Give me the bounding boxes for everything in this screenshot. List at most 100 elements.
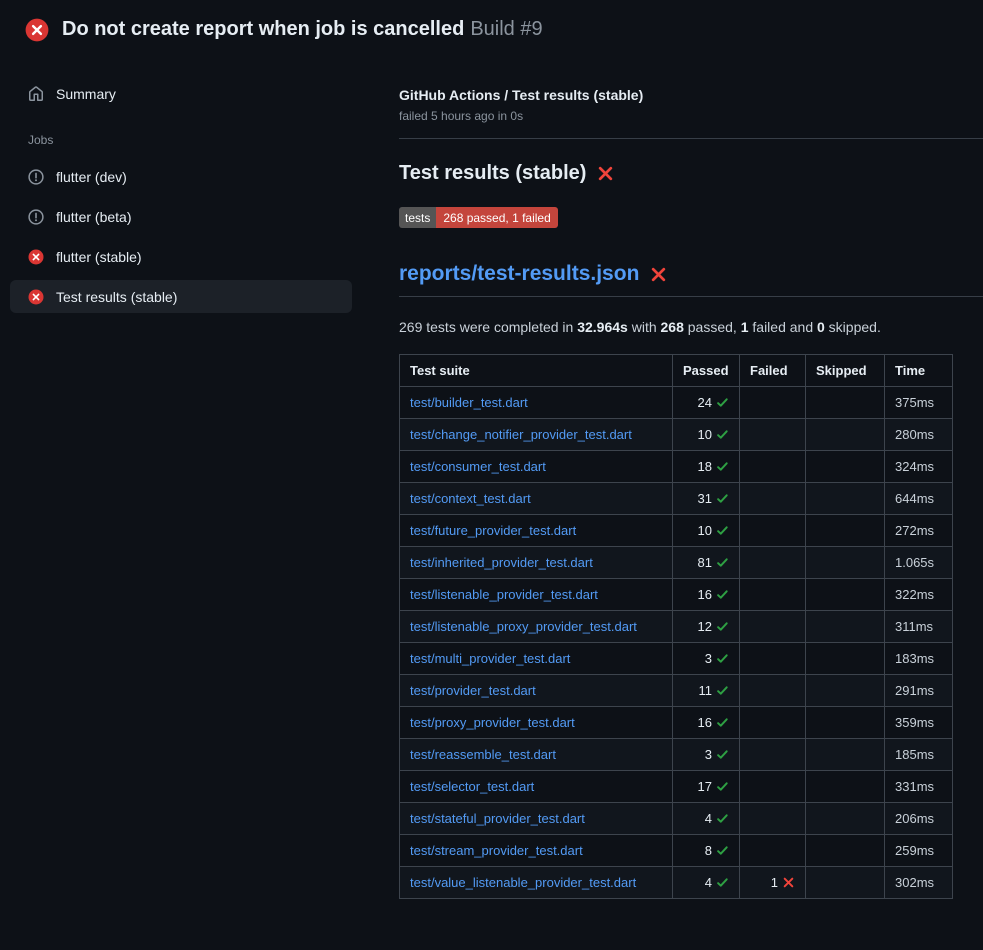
- time-cell: 185ms: [885, 739, 953, 771]
- test-suite-link[interactable]: test/value_listenable_provider_test.dart: [410, 875, 636, 890]
- passed-cell: 12: [673, 611, 740, 643]
- test-suite-link[interactable]: test/listenable_proxy_provider_test.dart: [410, 619, 637, 634]
- count: 8: [705, 843, 712, 858]
- failed-cell: [740, 707, 806, 739]
- table-row: test/stream_provider_test.dart 8 259ms: [400, 835, 953, 867]
- test-suite-link[interactable]: test/consumer_test.dart: [410, 459, 546, 474]
- build-number: Build #9: [470, 18, 542, 40]
- report-file-link[interactable]: reports/test-results.json: [399, 262, 639, 286]
- time-cell: 322ms: [885, 579, 953, 611]
- time-cell: 291ms: [885, 675, 953, 707]
- test-suite-link[interactable]: test/context_test.dart: [410, 491, 531, 506]
- time-cell: 1.065s: [885, 547, 953, 579]
- test-suite-link[interactable]: test/listenable_provider_test.dart: [410, 587, 598, 602]
- test-suite-link[interactable]: test/stateful_provider_test.dart: [410, 811, 585, 826]
- count: 4: [705, 811, 712, 826]
- sidebar-job-flutter-beta[interactable]: flutter (beta): [10, 200, 352, 233]
- time-cell: 259ms: [885, 835, 953, 867]
- test-suite-link[interactable]: test/reassemble_test.dart: [410, 747, 556, 762]
- skipped-cell: [806, 803, 885, 835]
- test-suite-link[interactable]: test/inherited_provider_test.dart: [410, 555, 593, 570]
- column-header: Skipped: [806, 355, 885, 387]
- home-icon: [28, 86, 44, 102]
- test-suite-link[interactable]: test/proxy_provider_test.dart: [410, 715, 575, 730]
- check-icon: [716, 492, 729, 505]
- passed-cell: 81: [673, 547, 740, 579]
- failed-cell: [740, 803, 806, 835]
- summary-skipped-count: 0: [817, 319, 825, 335]
- sidebar-item-summary[interactable]: Summary: [10, 77, 352, 110]
- failed-circle-icon: [25, 18, 49, 42]
- results-table: Test suitePassedFailedSkippedTime test/b…: [399, 354, 953, 899]
- check-icon: [716, 844, 729, 857]
- check-icon: [716, 748, 729, 761]
- time-cell: 644ms: [885, 483, 953, 515]
- check-icon: [716, 620, 729, 633]
- table-row: test/listenable_provider_test.dart16322m…: [400, 579, 953, 611]
- skipped-cell: [806, 579, 885, 611]
- build-title-row: Do not create report when job is cancell…: [62, 17, 543, 42]
- sidebar-job-test-results-stable[interactable]: Test results (stable): [10, 280, 352, 313]
- check-icon: [716, 812, 729, 825]
- skipped-cell: [806, 867, 885, 899]
- x-circle-icon: [28, 249, 44, 265]
- passed-cell: 31: [673, 483, 740, 515]
- time-cell: 206ms: [885, 803, 953, 835]
- table-row: test/inherited_provider_test.dart 81 1.065…: [400, 547, 953, 579]
- report-heading: reports/test-results.json: [399, 262, 983, 297]
- count: 1: [771, 875, 778, 890]
- failed-cell: [740, 419, 806, 451]
- passed-cell: 24: [673, 387, 740, 419]
- sidebar-job-flutter-stable[interactable]: flutter (stable): [10, 240, 352, 273]
- passed-cell: 3: [673, 739, 740, 771]
- job-label: flutter (stable): [56, 249, 142, 265]
- column-header: Time: [885, 355, 953, 387]
- table-row: test/consumer_test.dart18324ms: [400, 451, 953, 483]
- failed-cell: [740, 451, 806, 483]
- status-line: failed 5 hours ago in 0s: [399, 109, 983, 123]
- job-label: flutter (dev): [56, 169, 127, 185]
- job-label: Test results (stable): [56, 289, 177, 305]
- test-suite-link[interactable]: test/multi_provider_test.dart: [410, 651, 570, 666]
- test-suite-link[interactable]: test/selector_test.dart: [410, 779, 534, 794]
- summary-text: failed and: [749, 319, 818, 335]
- summary-text: 269 tests were completed in: [399, 319, 577, 335]
- skipped-cell: [806, 771, 885, 803]
- test-suite-link[interactable]: test/provider_test.dart: [410, 683, 536, 698]
- count: 18: [698, 459, 712, 474]
- table-row: test/reassemble_test.dart 3 185ms: [400, 739, 953, 771]
- count: 11: [699, 683, 713, 698]
- build-header: Do not create report when job is cancell…: [0, 0, 983, 55]
- summary-line: 269 tests were completed in 32.964s with…: [399, 319, 983, 335]
- table-row: test/multi_provider_test.dart3183ms: [400, 643, 953, 675]
- section-heading: Test results (stable): [399, 162, 983, 185]
- time-cell: 302ms: [885, 867, 953, 899]
- table-row: test/change_notifier_provider_test.dart 1…: [400, 419, 953, 451]
- count: 3: [705, 651, 712, 666]
- test-suite-link[interactable]: test/builder_test.dart: [410, 395, 528, 410]
- test-suite-link[interactable]: test/future_provider_test.dart: [410, 523, 576, 538]
- summary-text: passed,: [684, 319, 741, 335]
- test-suite-link[interactable]: test/change_notifier_provider_test.dart: [410, 427, 632, 442]
- count: 81: [698, 555, 712, 570]
- test-suite-link[interactable]: test/stream_provider_test.dart: [410, 843, 583, 858]
- x-icon: [782, 876, 795, 889]
- badge-value: 268 passed, 1 failed: [436, 207, 557, 228]
- table-row: test/future_provider_test.dart10272ms: [400, 515, 953, 547]
- check-icon: [716, 876, 729, 889]
- check-icon: [716, 428, 729, 441]
- table-row: test/context_test.dart 31 644ms: [400, 483, 953, 515]
- column-header: Failed: [740, 355, 806, 387]
- time-cell: 280ms: [885, 419, 953, 451]
- passed-cell: 10: [673, 419, 740, 451]
- jobs-list: flutter (dev) flutter (beta) flutter (stab…: [10, 160, 352, 313]
- check-icon: [716, 716, 729, 729]
- alert-circle-icon: [28, 169, 44, 185]
- check-icon: [716, 556, 729, 569]
- failed-cell: [740, 675, 806, 707]
- passed-cell: 16: [673, 707, 740, 739]
- sidebar-job-flutter-dev[interactable]: flutter (dev): [10, 160, 352, 193]
- count: 12: [698, 619, 712, 634]
- page-title: Do not create report when job is cancell…: [62, 18, 464, 40]
- skipped-cell: [806, 419, 885, 451]
